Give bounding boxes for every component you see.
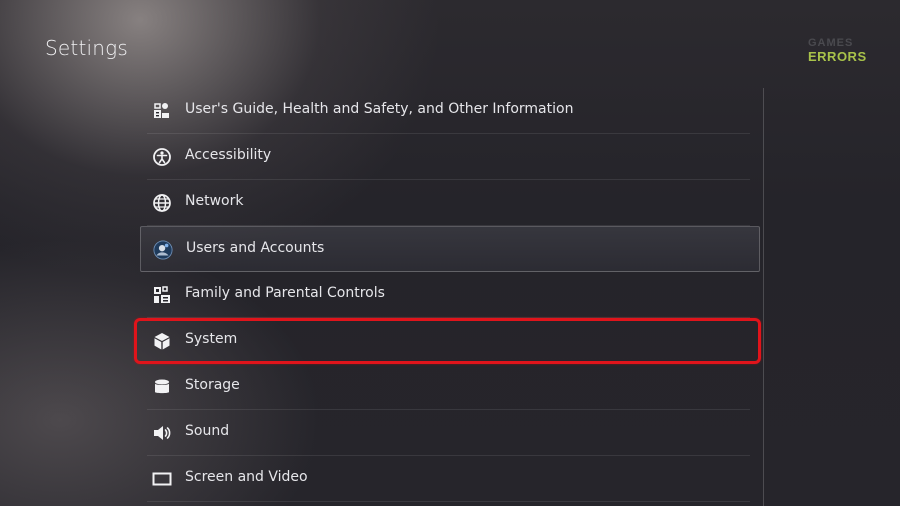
menu-item-label: User's Guide, Health and Safety, and Oth…	[185, 101, 574, 117]
guide-icon	[152, 101, 172, 121]
menu-item-users-and-accounts[interactable]: Users and Accounts	[140, 226, 760, 272]
menu-item-label: Network	[185, 193, 244, 209]
divider	[147, 501, 750, 502]
family-icon	[152, 285, 172, 305]
page-title: Settings	[45, 36, 128, 60]
menu-item-label: Sound	[185, 423, 230, 439]
menu-item-label: Users and Accounts	[186, 240, 325, 256]
screen-icon	[152, 469, 172, 489]
menu-item-label: Screen and Video	[185, 469, 308, 485]
menu-item-sound[interactable]: Sound	[140, 410, 760, 456]
watermark-line-2: ERRORS	[808, 49, 867, 64]
scrollbar-track[interactable]	[763, 88, 764, 506]
watermark-logo: GAMES ERRORS	[808, 37, 867, 64]
menu-item-label: Family and Parental Controls	[185, 285, 385, 301]
menu-item-accessibility[interactable]: Accessibility	[140, 134, 760, 180]
menu-item-users-guide[interactable]: User's Guide, Health and Safety, and Oth…	[140, 88, 760, 134]
watermark-line-1: GAMES	[808, 37, 854, 49]
speaker-icon	[152, 423, 172, 443]
globe-icon	[152, 193, 172, 213]
settings-menu: User's Guide, Health and Safety, and Oth…	[140, 88, 760, 502]
menu-item-screen-and-video[interactable]: Screen and Video	[140, 456, 760, 502]
accessibility-icon	[152, 147, 172, 167]
highlight-box-system	[134, 318, 761, 364]
user-avatar-icon	[153, 240, 173, 260]
menu-item-label: Storage	[185, 377, 240, 393]
menu-item-network[interactable]: Network	[140, 180, 760, 226]
menu-item-label: Accessibility	[185, 147, 272, 163]
menu-item-family-parental-controls[interactable]: Family and Parental Controls	[140, 272, 760, 318]
menu-item-storage[interactable]: Storage	[140, 364, 760, 410]
storage-icon	[152, 377, 172, 397]
